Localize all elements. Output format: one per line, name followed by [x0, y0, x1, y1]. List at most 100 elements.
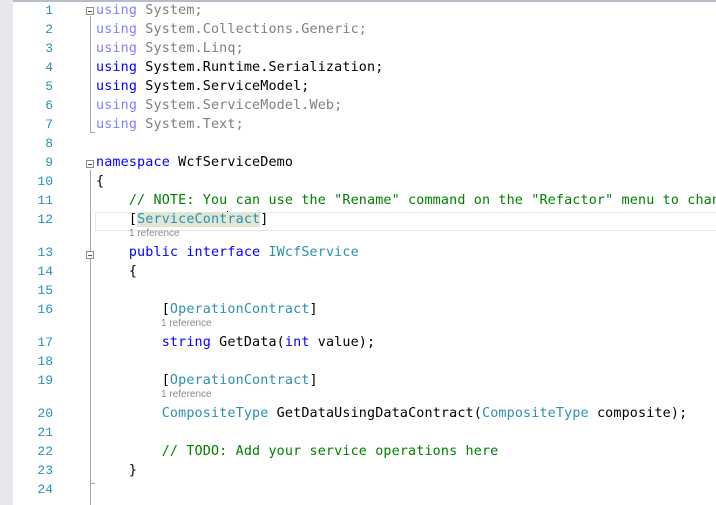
- code-token: value);: [309, 335, 376, 350]
- code-token: ]: [309, 373, 318, 388]
- code-token: System;: [137, 3, 203, 18]
- code-token: string: [96, 335, 211, 350]
- code-token: using: [96, 98, 138, 113]
- line-number: 2: [45, 22, 53, 37]
- code-line[interactable]: 21: [0, 423, 716, 442]
- code-line[interactable]: 12 [ServiceContract]: [0, 210, 716, 229]
- line-number: 1: [45, 3, 53, 18]
- line-number: 11: [37, 193, 53, 208]
- line-number: 23: [37, 463, 53, 478]
- code-token: using: [96, 117, 138, 132]
- code-token: CompositeType: [161, 406, 269, 421]
- code-line[interactable]: 16 [OperationContract]: [0, 300, 716, 319]
- line-number: 13: [37, 245, 53, 260]
- line-number: 7: [45, 117, 53, 132]
- code-token: GetData(: [210, 335, 285, 350]
- code-line[interactable]: 3 using System.Linq;: [0, 39, 716, 58]
- line-number: 24: [37, 482, 53, 497]
- code-token: }: [96, 463, 138, 478]
- line-number: 12: [37, 212, 53, 227]
- line-number: 22: [37, 444, 53, 459]
- code-text[interactable]: // TODO: Add your service operations her…: [96, 442, 499, 461]
- codelens-references-link[interactable]: 1 reference: [161, 389, 212, 401]
- code-line[interactable]: 14 {: [0, 262, 716, 281]
- code-line[interactable]: 24: [0, 480, 716, 499]
- codelens-references-link[interactable]: 1 reference: [161, 318, 212, 330]
- code-line[interactable]: 9 namespace WcfServiceDemo: [0, 153, 716, 172]
- code-text[interactable]: [OperationContract]: [96, 371, 318, 390]
- line-number: 10: [37, 174, 53, 189]
- code-token: WcfServiceDemo: [169, 155, 294, 170]
- code-text[interactable]: string GetData(int value);: [96, 333, 375, 352]
- code-token: ServiceCont: [137, 212, 228, 227]
- code-token: // TODO: Add your service operations her…: [96, 444, 499, 459]
- line-number: 17: [37, 335, 53, 350]
- code-line[interactable]: 5 using System.ServiceModel;: [0, 77, 716, 96]
- code-token: {: [96, 264, 138, 279]
- code-line[interactable]: 18: [0, 352, 716, 371]
- code-token: System.Text;: [137, 117, 244, 132]
- code-text[interactable]: using System.Linq;: [96, 39, 244, 58]
- code-token: [: [96, 212, 138, 227]
- code-line[interactable]: 22 // TODO: Add your service operations …: [0, 442, 716, 461]
- code-line[interactable]: 2 using System.Collections.Generic;: [0, 20, 716, 39]
- line-number: 4: [45, 60, 53, 75]
- code-text[interactable]: using System.Runtime.Serialization;: [96, 58, 383, 77]
- code-token: System.ServiceModel.Web;: [137, 98, 343, 113]
- line-number: 3: [45, 41, 53, 56]
- code-text[interactable]: using System.ServiceModel.Web;: [96, 96, 342, 115]
- code-text[interactable]: namespace WcfServiceDemo: [96, 153, 293, 172]
- code-text[interactable]: [ServiceContract]: [96, 210, 268, 229]
- line-number: 21: [37, 425, 53, 440]
- code-token: [: [96, 302, 170, 317]
- line-number: 16: [37, 302, 53, 317]
- code-line[interactable]: 6 using System.ServiceModel.Web;: [0, 96, 716, 115]
- code-token: ]: [309, 302, 318, 317]
- code-line[interactable]: 1 using System;: [0, 1, 716, 20]
- code-line[interactable]: 15: [0, 281, 716, 300]
- code-token: using: [96, 60, 138, 75]
- code-editor[interactable]: 1 using System; 2 using System.Collections.…: [0, 0, 716, 505]
- code-token: public interface: [96, 245, 261, 260]
- code-text[interactable]: // NOTE: You can use the "Rename" comman…: [96, 191, 716, 210]
- line-number: 14: [37, 264, 53, 279]
- code-token: System.Runtime.Serialization;: [137, 60, 384, 75]
- code-token: using: [96, 3, 138, 18]
- line-number: 6: [45, 98, 53, 113]
- codelens-references-link[interactable]: 1 reference: [129, 228, 180, 240]
- code-text[interactable]: using System;: [96, 1, 203, 20]
- code-token: composite);: [588, 406, 688, 421]
- code-token: System.Linq;: [137, 41, 244, 56]
- code-token: [: [96, 373, 170, 388]
- code-line[interactable]: 7 using System.Text;: [0, 115, 716, 134]
- code-token: OperationContract: [169, 302, 310, 317]
- code-text[interactable]: {: [96, 262, 137, 281]
- code-text[interactable]: [OperationContract]: [96, 300, 318, 319]
- code-text[interactable]: }: [96, 461, 137, 480]
- code-token: ract: [227, 212, 261, 227]
- code-line[interactable]: 20 CompositeType GetDataUsingDataContrac…: [0, 404, 716, 423]
- code-text[interactable]: using System.ServiceModel;: [96, 77, 310, 96]
- code-line[interactable]: 13 public interface IWcfService: [0, 243, 716, 262]
- code-line[interactable]: 4 using System.Runtime.Serialization;: [0, 58, 716, 77]
- code-line[interactable]: 19 [OperationContract]: [0, 371, 716, 390]
- line-number: 9: [45, 155, 53, 170]
- code-token: using: [96, 79, 138, 94]
- code-token: System.ServiceModel;: [137, 79, 310, 94]
- code-text[interactable]: using System.Text;: [96, 115, 244, 134]
- code-line[interactable]: 11 // NOTE: You can use the "Rename" com…: [0, 191, 716, 210]
- line-number: 5: [45, 79, 53, 94]
- code-text[interactable]: using System.Collections.Generic;: [96, 20, 367, 39]
- code-text[interactable]: public interface IWcfService: [96, 243, 359, 262]
- line-number: 18: [37, 354, 53, 369]
- code-line[interactable]: 8: [0, 134, 716, 153]
- code-text[interactable]: CompositeType GetDataUsingDataContract(C…: [96, 404, 687, 423]
- code-line[interactable]: 17 string GetData(int value);: [0, 333, 716, 352]
- code-line[interactable]: 10 {: [0, 172, 716, 191]
- code-line[interactable]: 23 }: [0, 461, 716, 480]
- code-text[interactable]: {: [96, 172, 104, 191]
- code-token: using: [96, 22, 138, 37]
- code-token: ]: [260, 212, 269, 227]
- line-number: 19: [37, 373, 53, 388]
